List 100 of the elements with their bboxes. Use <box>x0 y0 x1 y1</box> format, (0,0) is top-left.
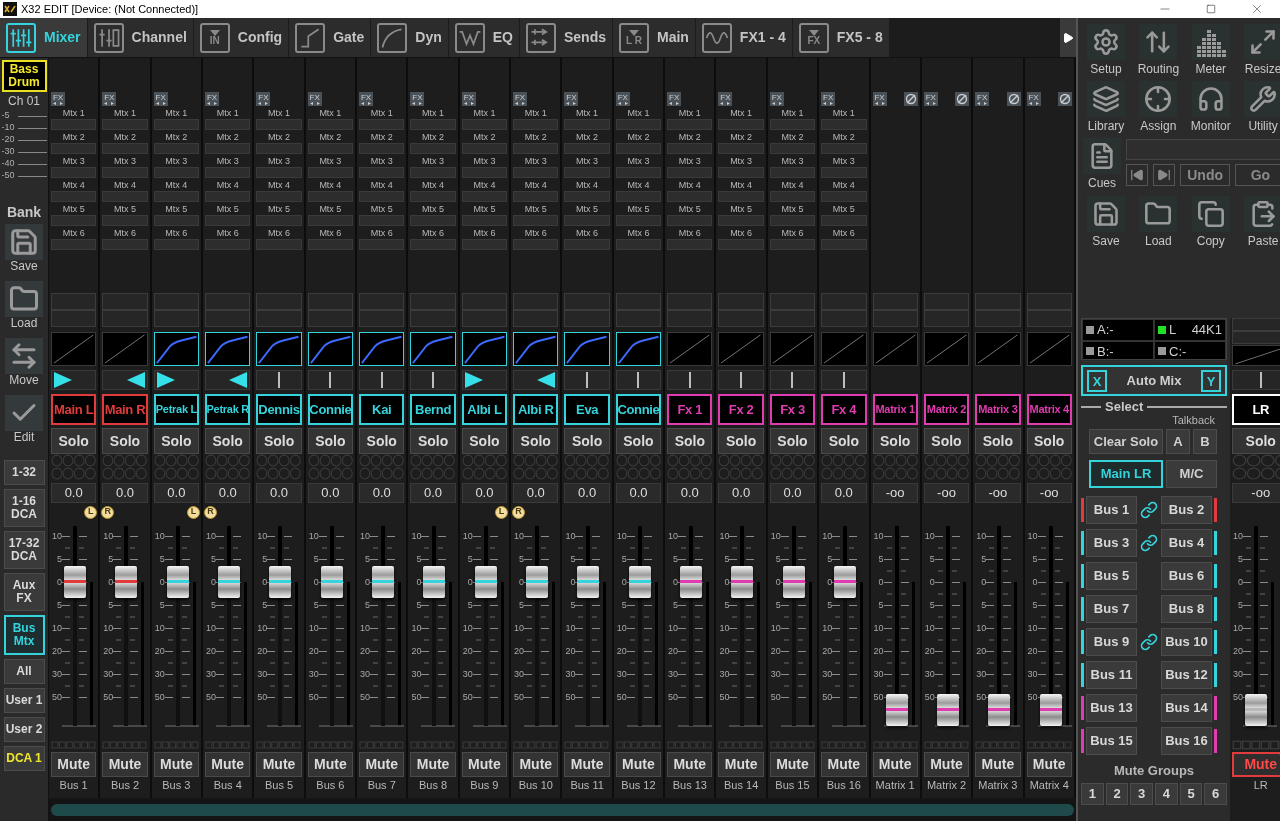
send-level-bar[interactable] <box>359 239 405 250</box>
send-level-bar[interactable] <box>359 167 405 178</box>
bus-select-button[interactable]: Bus 4 <box>1161 528 1212 557</box>
send-level-bar[interactable] <box>51 191 97 202</box>
send-level-bar[interactable] <box>564 167 610 178</box>
auto-mix-x-button[interactable]: X <box>1087 369 1107 392</box>
send-level-bar[interactable] <box>410 119 456 130</box>
bank-action-button[interactable]: Move <box>5 338 43 387</box>
send-level-bar[interactable] <box>153 143 200 154</box>
channel-name[interactable]: Connie <box>615 394 662 425</box>
solo-button[interactable]: Solo <box>564 428 610 454</box>
bus-select-button[interactable]: Bus 7 <box>1086 594 1137 623</box>
bank-button[interactable]: User 2 <box>3 717 45 742</box>
fx-icon[interactable]: FX <box>821 92 836 106</box>
send-level-bar[interactable] <box>769 239 816 250</box>
dynamics-graph[interactable] <box>461 332 508 366</box>
fader-knob[interactable] <box>731 566 754 598</box>
send-level-bar[interactable] <box>153 239 200 250</box>
gain-value[interactable]: 0.0 <box>769 483 816 503</box>
solo-button[interactable]: Solo <box>102 428 148 454</box>
fx-icon[interactable]: FX <box>307 92 322 106</box>
fx-icon[interactable]: FX <box>256 92 271 106</box>
fx-icon[interactable]: FX <box>975 92 990 106</box>
next-cue-button[interactable] <box>1153 164 1175 186</box>
dynamics-graph[interactable] <box>359 332 405 366</box>
gain-value[interactable]: 0.0 <box>102 483 148 503</box>
gain-value[interactable]: 0.0 <box>410 483 456 503</box>
channel-name[interactable]: Matrix 3 <box>975 394 1021 425</box>
send-level-bar[interactable] <box>51 143 97 154</box>
tab[interactable]: L R Main <box>612 18 695 57</box>
bus-select-button[interactable]: Bus 11 <box>1086 660 1137 689</box>
bus-select-button[interactable]: Bus 1 <box>1086 495 1137 524</box>
tab[interactable]: IN Config <box>193 18 289 57</box>
send-level-bar[interactable] <box>410 143 456 154</box>
send-level-bar[interactable] <box>615 167 662 178</box>
mute-button[interactable]: Mute <box>872 752 918 777</box>
send-level-bar[interactable] <box>615 191 662 202</box>
gain-value[interactable]: 0.0 <box>205 483 251 503</box>
send-level-bar[interactable] <box>51 239 97 250</box>
mute-button[interactable]: Mute <box>102 752 148 777</box>
fx-icon[interactable]: FX <box>564 92 579 106</box>
bus-select-button[interactable]: Bus 12 <box>1161 660 1212 689</box>
send-level-bar[interactable] <box>821 143 867 154</box>
phase-invert-icon[interactable] <box>1006 92 1021 106</box>
send-level-bar[interactable] <box>205 239 251 250</box>
send-level-bar[interactable] <box>513 191 559 202</box>
channel-name[interactable]: Kai <box>359 394 405 425</box>
horizontal-scrollbar[interactable] <box>51 803 1074 816</box>
fader-knob[interactable] <box>269 566 292 598</box>
send-level-bar[interactable] <box>256 191 302 202</box>
link-icon[interactable] <box>1140 632 1158 651</box>
fx-icon[interactable]: FX <box>667 92 682 106</box>
send-level-bar[interactable] <box>256 119 302 130</box>
send-level-bar[interactable] <box>51 215 97 226</box>
send-level-bar[interactable] <box>718 239 764 250</box>
send-level-bar[interactable] <box>461 215 508 226</box>
mute-button[interactable]: Mute <box>1232 752 1280 777</box>
bank-button[interactable]: Aux FX <box>3 573 45 611</box>
pan-display[interactable] <box>513 370 559 390</box>
fader-knob[interactable] <box>988 694 1011 726</box>
solo-button[interactable]: Solo <box>718 428 764 454</box>
mute-group-button[interactable]: 2 <box>1105 782 1129 805</box>
send-level-bar[interactable] <box>667 119 713 130</box>
pan-display[interactable] <box>256 370 302 390</box>
gain-value[interactable]: -oo <box>975 483 1021 503</box>
send-level-bar[interactable] <box>615 119 662 130</box>
send-level-bar[interactable] <box>102 119 148 130</box>
fader-knob[interactable] <box>423 566 446 598</box>
send-level-bar[interactable] <box>102 191 148 202</box>
fader-knob[interactable] <box>1039 694 1062 726</box>
fader-knob[interactable] <box>834 566 857 598</box>
tab[interactable]: FX1 - 4 <box>695 18 792 57</box>
toolbar-button[interactable]: Cues <box>1078 138 1126 190</box>
mute-button[interactable]: Mute <box>769 752 816 777</box>
mute-group-button[interactable]: 4 <box>1155 782 1178 805</box>
clear-solo-button[interactable]: Clear Solo <box>1089 429 1163 454</box>
send-level-bar[interactable] <box>205 215 251 226</box>
toolbar-button[interactable]: Meter <box>1186 24 1235 76</box>
send-level-bar[interactable] <box>615 143 662 154</box>
send-level-bar[interactable] <box>769 143 816 154</box>
channel-name[interactable]: Albi L <box>461 394 508 425</box>
dynamics-graph[interactable] <box>615 332 662 366</box>
gain-value[interactable]: 0.0 <box>667 483 713 503</box>
send-level-bar[interactable] <box>667 239 713 250</box>
solo-button[interactable]: Solo <box>1232 428 1280 454</box>
fader-knob[interactable] <box>166 566 189 598</box>
solo-button[interactable]: Solo <box>307 428 354 454</box>
toolbar-button[interactable]: Library <box>1082 81 1130 133</box>
toolbar-button[interactable]: Paste <box>1239 196 1280 248</box>
pan-display[interactable] <box>102 370 148 390</box>
bus-select-button[interactable]: Bus 15 <box>1086 726 1137 755</box>
fx-icon[interactable]: FX <box>153 92 168 106</box>
bus-select-button[interactable]: Bus 5 <box>1086 561 1137 590</box>
mute-group-button[interactable]: 6 <box>1204 782 1228 805</box>
dynamics-graph[interactable] <box>153 332 200 366</box>
gain-value[interactable]: 0.0 <box>256 483 302 503</box>
fx-icon[interactable]: FX <box>872 92 887 106</box>
bank-button[interactable]: Bus Mtx <box>3 615 45 655</box>
send-level-bar[interactable] <box>307 167 354 178</box>
send-level-bar[interactable] <box>667 191 713 202</box>
